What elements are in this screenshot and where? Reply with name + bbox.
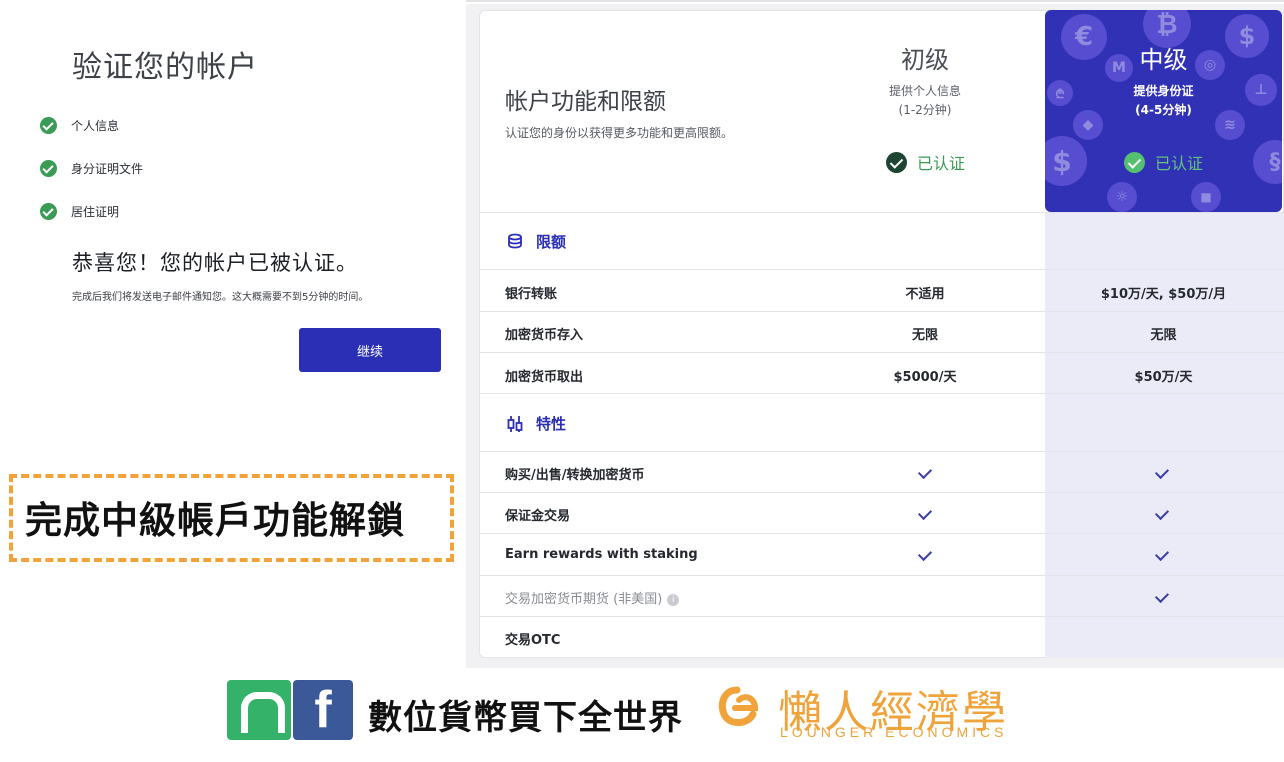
divider (480, 311, 1284, 312)
continue-button[interactable]: 继续 (299, 328, 441, 372)
toggles-icon (507, 415, 523, 432)
divider (480, 269, 1284, 270)
coin-icon: ■ (1191, 182, 1221, 212)
feature-row-label: Earn rewards with staking (505, 547, 698, 562)
app-logo-icon (227, 680, 291, 740)
feature-row-label: 交易OTC (505, 633, 561, 648)
limit-basic-value: 无限 (911, 328, 938, 343)
divider (480, 352, 1284, 353)
level-basic-desc: 提供个人信息 (1-2分钟) (855, 82, 995, 120)
check-circle-icon (40, 203, 57, 220)
feature-row-label-muted: 交易加密货币期货 (非美国) i (505, 588, 680, 607)
divider (480, 451, 1284, 452)
info-icon[interactable]: i (667, 594, 680, 606)
level-intermediate-desc-line2: (4-5分钟) (1135, 103, 1192, 117)
level-intermediate-desc-line1: 提供身份证 (1133, 84, 1194, 98)
verification-panel: 验证您的帐户 个人信息 身分证明文件 居住证明 恭喜您！您的帐户已被认证。 完成… (0, 0, 466, 670)
congrats-heading: 恭喜您！您的帐户已被认证。 (72, 251, 358, 275)
level-intermediate-status-text: 已认证 (1155, 154, 1204, 173)
notify-text: 完成后我们将发送电子邮件通知您。这大概需要不到5分钟的时间。 (72, 292, 369, 303)
divider (480, 616, 1284, 617)
step-label: 个人信息 (71, 119, 120, 133)
divider (480, 212, 1284, 213)
feature-row-label: 交易加密货币期货 (非美国) (505, 592, 663, 607)
level-basic-desc-line1: 提供个人信息 (888, 84, 961, 98)
level-basic-status: 已认证 (886, 150, 965, 174)
verification-steps: 个人信息 身分证明文件 居住证明 (40, 104, 143, 233)
step-proof-of-residence: 居住证明 (40, 190, 143, 233)
verified-check-icon (886, 151, 907, 173)
check-circle-icon (40, 160, 57, 177)
step-label: 身分证明文件 (71, 162, 144, 176)
limit-basic-value: 不适用 (905, 287, 945, 302)
step-label: 居住证明 (71, 205, 120, 219)
limit-basic-value: $5000/天 (893, 370, 957, 385)
page-title: 验证您的帐户 (72, 50, 258, 85)
coin-icon: ☼ (1107, 182, 1137, 212)
limit-row-label: 加密货币取出 (505, 370, 584, 385)
step-id-document: 身分证明文件 (40, 147, 143, 190)
coin-icon: § (1253, 140, 1282, 184)
limit-row-label: 加密货币存入 (505, 328, 584, 343)
level-intermediate-desc: 提供身份证 (4-5分钟) (1045, 82, 1282, 120)
table-title: 帐户功能和限额 (505, 89, 666, 115)
divider (480, 393, 1284, 394)
feature-row-label: 购买/出售/转换加密货币 (505, 468, 645, 483)
level-basic-status-text: 已认证 (917, 154, 966, 173)
level-intermediate-name: 中级 (1139, 46, 1188, 74)
limit-row-label: 银行转账 (505, 287, 558, 302)
step-personal-info: 个人信息 (40, 104, 143, 147)
check-circle-icon (40, 117, 57, 134)
divider (480, 575, 1284, 576)
callout-text: 完成中級帳戶功能解鎖 (25, 498, 405, 542)
brand-logo-icon (718, 686, 759, 726)
section-features-title: 特性 (536, 415, 567, 433)
divider (480, 533, 1284, 534)
facebook-icon: f (293, 680, 353, 740)
dollar-coin-icon: $ (1045, 136, 1087, 186)
level-basic-desc-line2: (1-2分钟) (898, 103, 952, 117)
callout-box: 完成中級帳戶功能解鎖 (9, 474, 454, 562)
limit-intermediate-value: 无限 (1150, 328, 1177, 343)
limit-intermediate-value: $10万/天, $50万/月 (1100, 287, 1227, 302)
footer-slogan: 數位貨幣買下全世界 (368, 698, 683, 738)
feature-row-label: 保证金交易 (505, 509, 571, 524)
section-limits: 限额 (506, 231, 566, 252)
level-intermediate-status: 已认证 (1124, 150, 1203, 174)
table-subtitle: 认证您的身份以获得更多功能和更高限额。 (505, 126, 734, 140)
limit-intermediate-value: $50万/天 (1134, 370, 1193, 385)
section-limits-title: 限额 (536, 233, 567, 251)
level-basic-name: 初级 (901, 46, 949, 74)
verified-check-icon (1124, 151, 1145, 173)
brand-name-en: LOUNGER ECONOMICS (780, 724, 1008, 740)
section-features: 特性 (506, 413, 566, 434)
divider (480, 492, 1284, 493)
coins-stack-icon (508, 233, 522, 248)
